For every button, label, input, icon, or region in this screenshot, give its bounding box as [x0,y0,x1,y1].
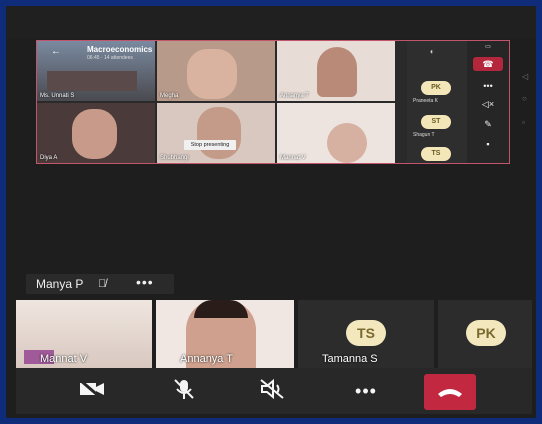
participant-name: Mannat V [40,353,88,365]
avatar: PK [421,81,451,95]
top-bar [6,6,536,38]
stop-presenting-button[interactable]: Stop presenting [184,140,236,150]
shared-tile: Megha [157,41,275,101]
participant-tile[interactable]: TS Tamanna S [298,300,434,368]
mini-controls: ▭ ☎ ••• ◁× ✎ ▪ [467,41,509,163]
back-arrow-icon[interactable]: ← [51,46,61,57]
tile-name: Annanya T [280,93,309,99]
tile-name: Diya A [40,155,58,161]
participant-tile[interactable]: PK [438,300,532,368]
nav-back-icon[interactable]: ◁ [522,72,528,81]
avatar: PK [466,320,506,346]
mic-off-icon: 🎙̸ [98,278,107,290]
nav-recent-icon[interactable]: ▫ [522,118,525,127]
speaker-off-icon[interactable] [252,378,292,404]
avatar: ST [421,115,451,129]
mini-name: Praneeta K [413,98,439,104]
shared-tile: Annanya T [277,41,395,101]
participant-name: Tamanna S [322,353,378,365]
hang-up-icon [438,389,462,397]
speaker-icon: ◖ [429,47,434,56]
mic-off-icon[interactable] [164,378,204,404]
avatar: TS [421,147,451,161]
meeting-subtitle: 06:45 · 14 attendees [87,55,133,61]
mini-hang-up-icon[interactable]: ☎ [473,57,503,71]
mini-name: Shagun T [413,132,435,138]
shared-screen[interactable]: Ms. Unnati S Megha Annanya T Diya A Shub… [36,40,510,164]
call-controls: ••• [16,368,532,414]
camera-off-icon[interactable]: ▪ [467,139,509,149]
meeting-window: Ms. Unnati S Megha Annanya T Diya A Shub… [6,6,536,418]
more-icon[interactable]: ••• [467,81,509,91]
mic-off-icon[interactable]: ✎ [467,119,509,130]
mini-roster: ◖ PK Praneeta K ST Shagun T TS [407,41,467,163]
speaker-off-icon[interactable]: ◁× [467,99,509,110]
participant-tile[interactable]: Mannat V [16,300,152,368]
more-options-button[interactable]: ••• [136,272,154,292]
avatar: TS [346,320,386,346]
speaker-name: Manya P [36,277,84,291]
shared-tile: Shubhangi [157,103,275,163]
more-options-button[interactable]: ••• [346,378,386,404]
nav-home-icon[interactable]: ○ [522,94,527,103]
speaker-label: Manya P 🎙̸ ••• [26,274,174,294]
meeting-title: Macroeconomics [87,45,153,54]
tile-name: Shubhangi [160,155,189,161]
tile-name: Mannat V [280,155,306,161]
participant-name: Annanya T [180,353,234,365]
participant-strip: Mannat V Annanya T TS Tamanna S PK [16,300,532,368]
end-call-button[interactable] [424,374,476,410]
tile-name: Megha [160,93,179,99]
shared-tile: Mannat V [277,103,395,163]
camera-off-icon[interactable] [72,378,112,404]
participant-tile[interactable]: Annanya T [156,300,294,368]
battery-icon: ▭ [485,44,491,50]
tile-name: Ms. Unnati S [40,93,75,99]
shared-tile: Diya A [37,103,155,163]
